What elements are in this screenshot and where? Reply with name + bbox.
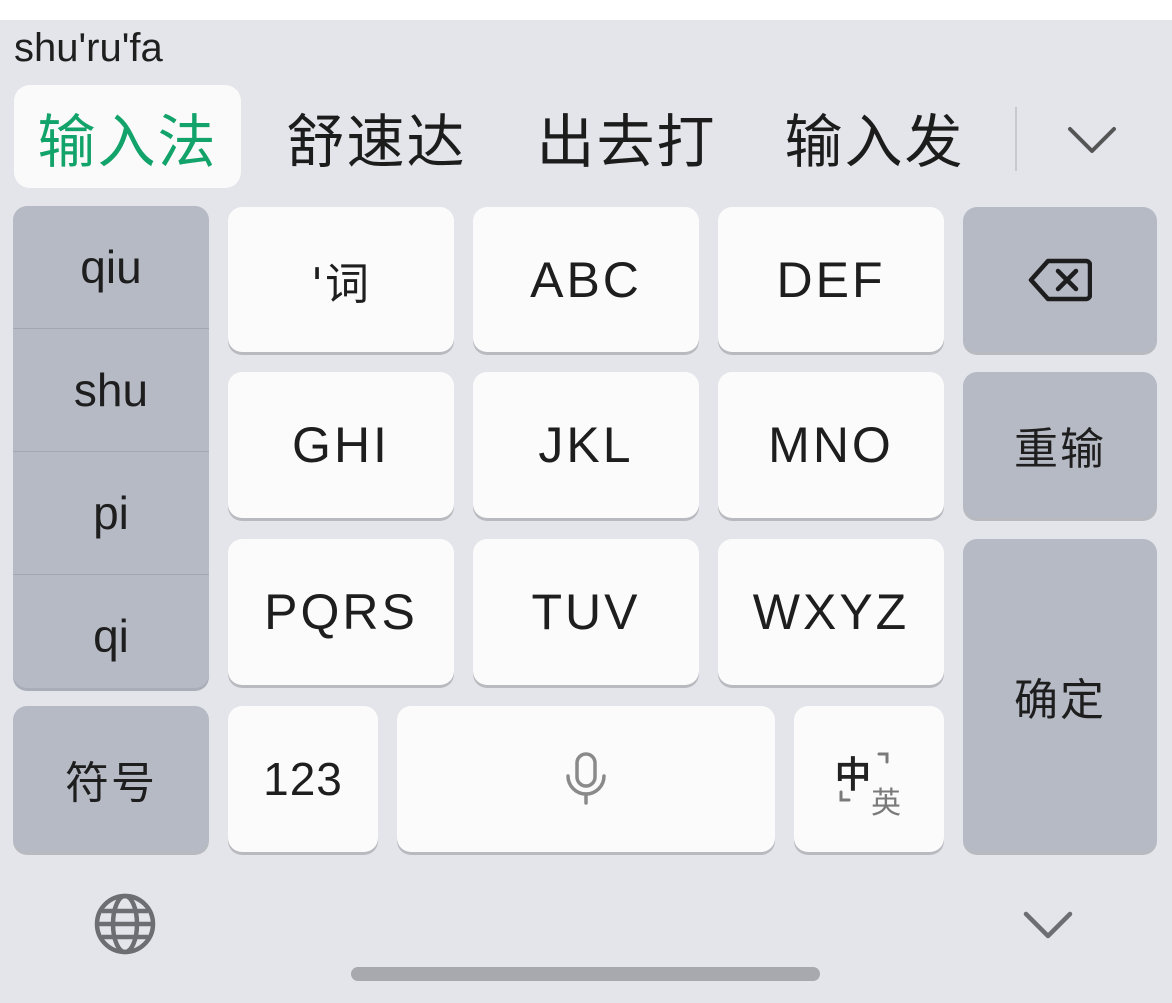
key-label: 符号 <box>65 758 157 809</box>
candidate-bar: 输入法 舒速达 出去打 输入发 <box>0 85 1172 190</box>
key-abc[interactable]: ABC <box>473 207 699 352</box>
key-label: JKL <box>538 417 634 473</box>
key-tuv[interactable]: TUV <box>473 539 699 685</box>
pinyin-list: qiu shu pi qi <box>13 206 209 688</box>
confirm-button[interactable]: 确定 <box>963 539 1157 852</box>
backspace-icon <box>1028 258 1092 301</box>
candidate-3[interactable]: 出去打 <box>518 85 735 188</box>
key-jkl[interactable]: JKL <box>473 372 699 518</box>
candidate-4[interactable]: 输入发 <box>766 85 983 188</box>
candidate-1[interactable]: 输入法 <box>14 85 241 188</box>
chevron-down-icon <box>1023 911 1073 939</box>
backspace-button[interactable] <box>963 207 1157 352</box>
zh-en-switch-icon: 中 英 <box>829 744 909 821</box>
pinyin-option[interactable]: pi <box>13 452 209 574</box>
key-ghi[interactable]: GHI <box>228 372 454 518</box>
chevron-down-icon <box>1068 127 1116 153</box>
candidate-2[interactable]: 舒速达 <box>268 85 485 188</box>
globe-button[interactable] <box>92 891 158 957</box>
pinyin-option[interactable]: qiu <box>13 206 209 328</box>
key-label: ABC <box>530 251 642 308</box>
space-bar[interactable] <box>397 706 775 852</box>
candidate-divider <box>1015 107 1017 171</box>
key-pqrs[interactable]: PQRS <box>228 539 454 685</box>
key-label: 确定 <box>1014 674 1106 726</box>
pinyin-option[interactable]: qi <box>13 575 209 688</box>
symbols-button[interactable]: 符号 <box>13 706 209 852</box>
key-mno[interactable]: MNO <box>718 372 944 518</box>
key-label: TUV <box>531 584 641 640</box>
microphone-icon <box>566 752 606 805</box>
numbers-button[interactable]: 123 <box>228 706 378 852</box>
key-label: 123 <box>263 753 343 805</box>
key-apostrophe-word[interactable]: '词 <box>228 207 454 352</box>
key-wxyz[interactable]: WXYZ <box>718 539 944 685</box>
key-label: DEF <box>776 251 886 308</box>
key-label: WXYZ <box>752 584 910 640</box>
expand-candidates-button[interactable] <box>1060 115 1124 163</box>
pinyin-option[interactable]: shu <box>13 329 209 451</box>
key-label: MNO <box>768 417 894 473</box>
globe-icon <box>94 893 156 955</box>
key-label: GHI <box>292 417 390 473</box>
key-def[interactable]: DEF <box>718 207 944 352</box>
key-label: 重输 <box>1014 424 1106 475</box>
composing-text: shu'ru'fa <box>14 26 163 70</box>
key-label: '词 <box>310 258 372 310</box>
hide-keyboard-button[interactable] <box>1018 902 1078 946</box>
home-indicator[interactable] <box>351 967 820 981</box>
key-label: PQRS <box>264 584 418 640</box>
language-switch-button[interactable]: 中 英 <box>794 706 944 852</box>
status-strip <box>0 0 1172 20</box>
retype-button[interactable]: 重输 <box>963 372 1157 518</box>
